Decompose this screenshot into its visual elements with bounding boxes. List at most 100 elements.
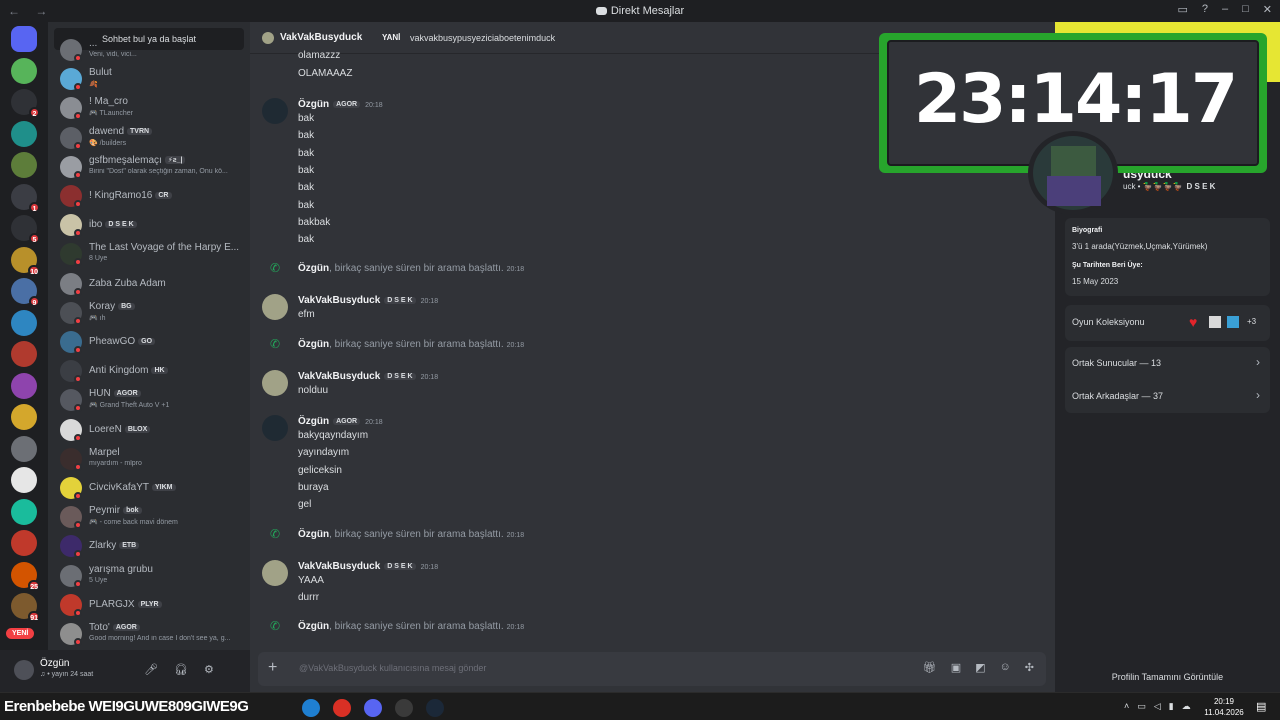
maximize-button[interactable]: □ [1242,3,1249,16]
chevron-up-icon[interactable]: ˄ [1124,701,1129,712]
dm-item[interactable]: CivcivKafaYT YIKM [56,474,248,502]
server-green-icon[interactable] [11,57,37,84]
avatar[interactable] [262,32,274,44]
server-neon-icon[interactable]: 91 [11,593,40,622]
call-author[interactable]: Özgün [298,263,329,274]
server-anime-icon[interactable] [11,435,37,462]
game-collection-card[interactable]: Oyun Koleksiyonu ♥ +3 [1065,305,1270,341]
dm-item[interactable]: Marpel mıyardım - mlpro [56,445,248,473]
call-text: , birkaç saniye süren bir arama başlattı… [329,528,504,540]
dm-item[interactable]: ibo D S E K [56,211,248,239]
message-composer[interactable]: + @VakVakBusyduck kullanıcısına mesaj gö… [258,652,1046,686]
dm-item[interactable]: ! Ma_cro 🎮 TLauncher [56,94,248,122]
server-blue-icon[interactable] [11,309,37,336]
discord-icon[interactable] [364,699,382,717]
message-author[interactable]: VakVakBusyduck [298,561,380,572]
server-list-icon[interactable] [11,341,37,367]
dm-item[interactable]: PLARGJX PLYR [56,591,248,619]
dm-subtext: 🎮 ıh [89,314,106,322]
dm-item[interactable]: dawend TVRN 🎨 /builders [56,124,248,152]
server-red-icon[interactable] [11,530,37,556]
dm-item[interactable]: Peymir bok 🎮 - come back mavi dönem [56,503,248,531]
dm-item[interactable]: HUN AGOR 🎮 Grand Theft Auto V +1 [56,386,248,414]
gear-icon[interactable]: ⚙ [204,663,214,676]
message-author[interactable]: Özgün [298,416,329,427]
chevron-right-icon[interactable]: › [1256,355,1260,369]
discord-home-icon[interactable] [11,26,37,52]
taskbar-clock[interactable]: 20:19 11.04.2026 [1196,696,1252,718]
dm-item[interactable]: gsfbmeşalemaçı ⚡ƨ_| Birini "Dost" olarak s… [56,153,248,181]
dm-item[interactable]: Bulut 🍂 [56,65,248,93]
mic-icon[interactable]: 🎤︎ [144,663,158,676]
server-teal-icon[interactable] [11,120,37,147]
dm-item[interactable]: LoereN BLOX [56,416,248,444]
avatar[interactable] [262,294,288,321]
view-full-profile-button[interactable]: Profilin Tamamını Görüntüle [1055,672,1280,682]
chrome-icon[interactable] [333,699,351,717]
gif-icon[interactable]: ▣ [951,661,961,674]
server-orange-icon[interactable]: 25 [11,561,40,591]
apps-icon[interactable]: ✣ [1025,661,1034,674]
call-author[interactable]: Özgün [298,529,329,540]
inbox-icon[interactable]: ▭ [1177,3,1187,16]
gift-icon[interactable]: 🎁︎ [923,661,937,674]
dm-item[interactable]: Zaba Zuba Adam [56,270,248,298]
server-bot-icon[interactable]: 5 [11,215,40,244]
dm-item[interactable]: Zlarky ETB [56,532,248,560]
server-game-icon[interactable]: 10 [11,246,40,276]
battery-icon[interactable]: ▮ [1169,701,1174,712]
message-author[interactable]: VakVakBusyduck [298,371,380,382]
mutual-friends[interactable]: Ortak Arkadaşlar — 37 [1072,391,1163,401]
dm-item[interactable]: ... Veni, vidi, vici... [56,36,248,64]
avatar[interactable] [14,660,34,680]
server-brawl-icon[interactable] [11,372,37,399]
dm-item[interactable]: The Last Voyage of the Harpy E... 8 Üye [56,240,248,268]
dm-item[interactable]: ! KingRamo16 CR [56,182,248,210]
recipient-name[interactable]: VakVakBusyduck [280,32,362,43]
dm-item[interactable]: yarışma grubu 5 Üye [56,562,248,590]
notification-icon[interactable]: ▤ [1256,700,1266,713]
dm-item[interactable]: Anti Kingdom HK [56,357,248,385]
server-pixel-icon[interactable]: 9 [11,278,40,307]
profile-handle-text: uck • 🦆🦆🦆🦆 [1123,182,1183,191]
chevron-right-icon[interactable]: › [1256,388,1260,402]
server-yetkili-icon[interactable]: 2 [11,89,40,118]
avatar[interactable] [262,369,288,396]
cloud-icon[interactable]: ☁ [1182,701,1191,712]
avatar[interactable] [262,415,288,441]
dm-item[interactable]: Toto' AGOR Good morning! And in case I don… [56,620,248,648]
sticker-icon[interactable]: ◩ [975,661,985,674]
obs-icon[interactable] [395,699,413,717]
message-input[interactable]: @VakVakBusyduck kullanıcısına mesaj gönd… [299,663,486,673]
guild-tag: AGOR [333,101,361,108]
minimize-button[interactable]: – [1222,3,1228,16]
avatar[interactable] [262,559,288,586]
status-indicator [74,638,82,646]
server-bank-icon[interactable]: 1 [11,183,40,213]
network-icon[interactable]: ▭ [1137,701,1146,712]
headphones-icon[interactable]: 🎧︎ [174,663,188,676]
mutual-servers[interactable]: Ortak Sunucular — 13 [1072,358,1161,368]
volume-icon[interactable]: ◁ [1154,701,1161,712]
edge-icon[interactable] [302,699,320,717]
call-author[interactable]: Özgün [298,621,329,632]
server-white-icon[interactable] [11,467,37,493]
emoji-icon[interactable]: ☺ [1000,661,1011,674]
steam-icon[interactable] [426,699,444,717]
clock-time: 23:14:17 [913,60,1238,139]
message-author[interactable]: VakVakBusyduck [298,295,380,306]
server-yellow-icon[interactable] [11,404,37,430]
dm-item[interactable]: PheawGO GO [56,328,248,356]
server-cyan-icon[interactable] [11,498,37,525]
call-author[interactable]: Özgün [298,339,329,350]
dm-item[interactable]: Koray BG 🎮 ıh [56,299,248,327]
help-icon[interactable]: ? [1202,3,1208,16]
server-minecraft-icon[interactable] [11,152,37,178]
profile-avatar[interactable] [1028,131,1118,215]
close-button[interactable]: ✕ [1263,3,1272,16]
add-attachment-icon[interactable]: + [268,659,277,677]
phone-icon: ✆ [270,261,281,276]
dm-name-text: ! KingRamo16 [89,190,153,201]
avatar[interactable] [262,98,288,124]
message-author[interactable]: Özgün [298,99,329,110]
